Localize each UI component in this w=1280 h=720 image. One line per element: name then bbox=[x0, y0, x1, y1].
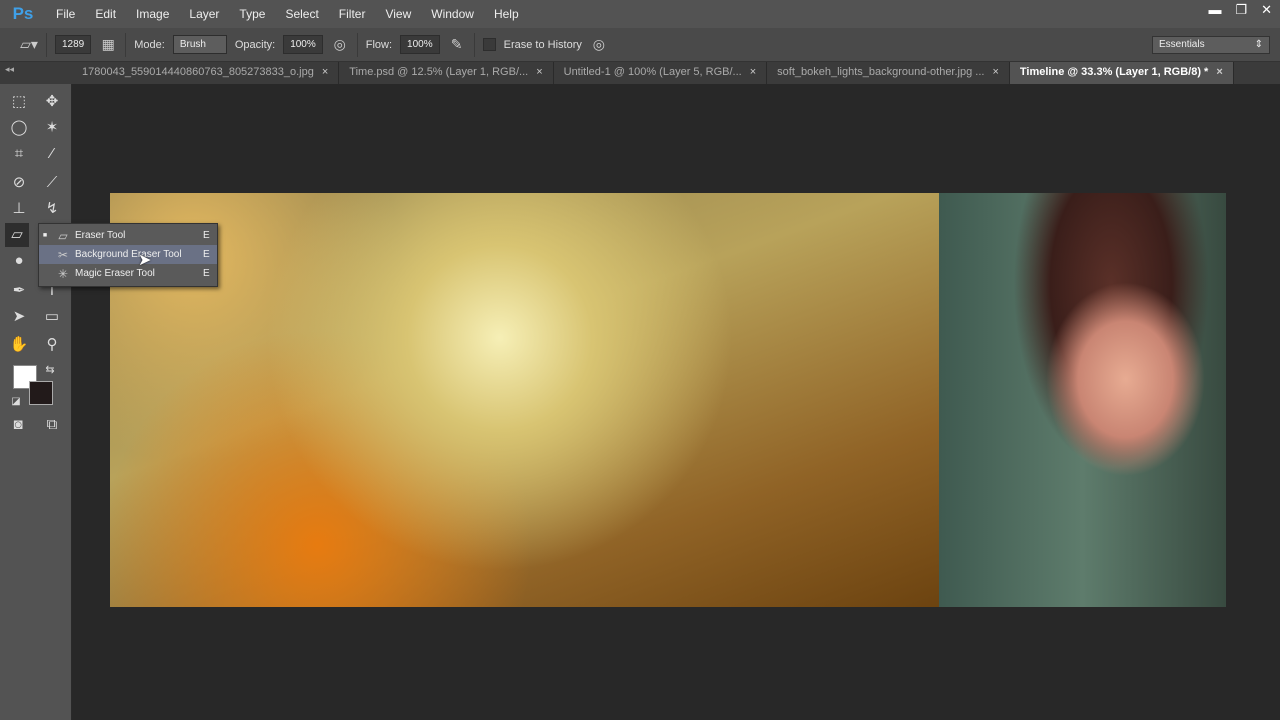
document-tab[interactable]: Time.psd @ 12.5% (Layer 1, RGB/... × bbox=[339, 62, 554, 84]
mode-label: Mode: bbox=[134, 38, 165, 51]
document-tab[interactable]: soft_bokeh_lights_background-other.jpg .… bbox=[767, 62, 1010, 84]
rectangle-tool-icon[interactable]: ▭ bbox=[40, 305, 64, 329]
hand-tool-icon[interactable]: ✋ bbox=[7, 333, 31, 357]
flyout-item-eraser-tool[interactable]: ■ ▱ Eraser Tool E bbox=[39, 226, 217, 245]
brush-tool-icon[interactable]: ⟋ bbox=[40, 171, 64, 195]
lasso-tool-icon[interactable]: ◯ bbox=[7, 116, 31, 140]
pressure-opacity-icon[interactable]: ◎ bbox=[331, 36, 349, 54]
options-bar: ▱▾ 1289 ▦ Mode: Brush Opacity: 100% ◎ Fl… bbox=[0, 28, 1280, 62]
zoom-tool-icon[interactable]: ⚲ bbox=[40, 333, 64, 357]
shortcut-key: E bbox=[203, 268, 210, 279]
bokeh-background-image bbox=[110, 193, 939, 607]
opacity-input[interactable]: 100% bbox=[283, 35, 323, 54]
screen-mode-icon[interactable]: ⧉ bbox=[40, 413, 64, 437]
mouse-cursor-icon: ➤ bbox=[138, 252, 152, 269]
menu-file[interactable]: File bbox=[46, 7, 85, 21]
eyedropper-tool-icon[interactable]: ⁄ bbox=[40, 142, 64, 166]
flyout-item-magic-eraser-tool[interactable]: ✳ Magic Eraser Tool E bbox=[39, 264, 217, 283]
menu-filter[interactable]: Filter bbox=[329, 7, 376, 21]
tab-label: Timeline @ 33.3% (Layer 1, RGB/8) * bbox=[1019, 66, 1209, 78]
marquee-tool-icon[interactable]: ⬚ bbox=[7, 90, 31, 114]
flyout-item-background-eraser-tool[interactable]: ✂ Background Eraser Tool E bbox=[39, 245, 217, 264]
tab-close-icon[interactable]: × bbox=[322, 66, 328, 78]
portrait-photo bbox=[939, 193, 1226, 607]
tab-close-icon[interactable]: × bbox=[1216, 66, 1222, 78]
document-tabs: 1780043_559014440860763_805273833_o.jpg ×… bbox=[72, 62, 1280, 84]
tab-label: Time.psd @ 12.5% (Layer 1, RGB/... bbox=[349, 66, 529, 78]
tab-close-icon[interactable]: × bbox=[750, 66, 756, 78]
brush-size-picker[interactable]: 1289 bbox=[55, 35, 92, 54]
flyout-item-label: Eraser Tool bbox=[75, 230, 126, 241]
shortcut-key: E bbox=[203, 230, 210, 241]
current-tool-marker: ■ bbox=[42, 232, 48, 239]
eraser-tool-preset-icon[interactable]: ▱▾ bbox=[20, 36, 38, 54]
menu-edit[interactable]: Edit bbox=[85, 7, 126, 21]
erase-to-history-label[interactable]: Erase to History bbox=[504, 39, 582, 51]
history-brush-tool-icon[interactable]: ↯ bbox=[40, 197, 64, 221]
airbrush-icon[interactable]: ✎ bbox=[448, 36, 466, 54]
collapse-panel-button[interactable]: ◂◂ bbox=[0, 62, 72, 84]
swap-colors-icon[interactable]: ⇆ bbox=[38, 358, 62, 382]
close-button[interactable]: ✕ bbox=[1261, 2, 1272, 18]
tab-label: Untitled-1 @ 100% (Layer 5, RGB/... bbox=[563, 66, 742, 78]
eraser-tool-flyout: ■ ▱ Eraser Tool E ✂ Background Eraser Tool E ✳ M… bbox=[38, 223, 218, 287]
background-color-swatch[interactable] bbox=[29, 381, 53, 405]
clone-stamp-tool-icon[interactable]: ⊥ bbox=[7, 197, 31, 221]
crop-tool-icon[interactable]: ⌗ bbox=[7, 142, 31, 166]
document-tab[interactable]: Timeline @ 33.3% (Layer 1, RGB/8) * × bbox=[1009, 62, 1234, 84]
healing-brush-tool-icon[interactable]: ⊘ bbox=[7, 171, 31, 195]
quick-mask-icon[interactable]: ◙ bbox=[6, 413, 30, 437]
eraser-icon: ▱ bbox=[58, 228, 68, 243]
default-colors-icon[interactable]: ◪ bbox=[4, 390, 28, 414]
magic-wand-tool-icon[interactable]: ✶ bbox=[40, 116, 64, 140]
document-canvas[interactable] bbox=[110, 193, 1226, 607]
shortcut-key: E bbox=[203, 249, 210, 260]
blur-tool-icon[interactable]: ● bbox=[7, 249, 31, 273]
menu-window[interactable]: Window bbox=[421, 7, 484, 21]
photoshop-logo: Ps bbox=[12, 4, 34, 23]
menu-bar: Ps File Edit Image Layer Type Select Filter Vie… bbox=[0, 0, 1280, 28]
tab-label: 1780043_559014440860763_805273833_o.jpg bbox=[82, 66, 314, 78]
restore-button[interactable]: ❐ bbox=[1235, 2, 1247, 18]
background-eraser-icon: ✂ bbox=[57, 247, 69, 262]
tab-close-icon[interactable]: × bbox=[992, 66, 998, 78]
menu-image[interactable]: Image bbox=[126, 7, 179, 21]
menu-view[interactable]: View bbox=[375, 7, 421, 21]
flow-label: Flow: bbox=[365, 38, 393, 51]
tab-close-icon[interactable]: × bbox=[536, 66, 542, 78]
magic-eraser-icon: ✳ bbox=[57, 266, 69, 281]
path-selection-tool-icon[interactable]: ➤ bbox=[7, 305, 31, 329]
document-tab[interactable]: Untitled-1 @ 100% (Layer 5, RGB/... × bbox=[554, 62, 768, 84]
menu-select[interactable]: Select bbox=[275, 7, 328, 21]
mode-select[interactable]: Brush bbox=[172, 35, 227, 54]
document-tab[interactable]: 1780043_559014440860763_805273833_o.jpg × bbox=[72, 62, 340, 84]
pen-tool-icon[interactable]: ✒ bbox=[7, 279, 31, 303]
menu-help[interactable]: Help bbox=[484, 7, 529, 21]
menu-type[interactable]: Type bbox=[229, 7, 275, 21]
workspace-switcher[interactable]: Essentials ⇕ bbox=[1152, 36, 1270, 54]
erase-to-history-checkbox[interactable] bbox=[482, 38, 496, 51]
move-tool-icon[interactable]: ✥ bbox=[40, 90, 64, 114]
opacity-label: Opacity: bbox=[234, 38, 276, 51]
tools-panel: ⬚ ✥ ◯ ✶ ⌗ ⁄ ⊘ ⟋ ⊥ ↯ ▱ ● ✒ T ➤ ▭ ✋ ⚲ ⇆ ◪ … bbox=[0, 84, 72, 720]
tab-label: soft_bokeh_lights_background-other.jpg .… bbox=[777, 66, 985, 78]
pressure-size-icon[interactable]: ◎ bbox=[590, 36, 608, 54]
menu-layer[interactable]: Layer bbox=[179, 7, 229, 21]
minimize-button[interactable]: ▬ bbox=[1208, 2, 1221, 18]
eraser-tool-icon[interactable]: ▱ bbox=[5, 223, 29, 247]
brush-panel-toggle-icon[interactable]: ▦ bbox=[99, 36, 117, 54]
flow-input[interactable]: 100% bbox=[400, 35, 440, 54]
